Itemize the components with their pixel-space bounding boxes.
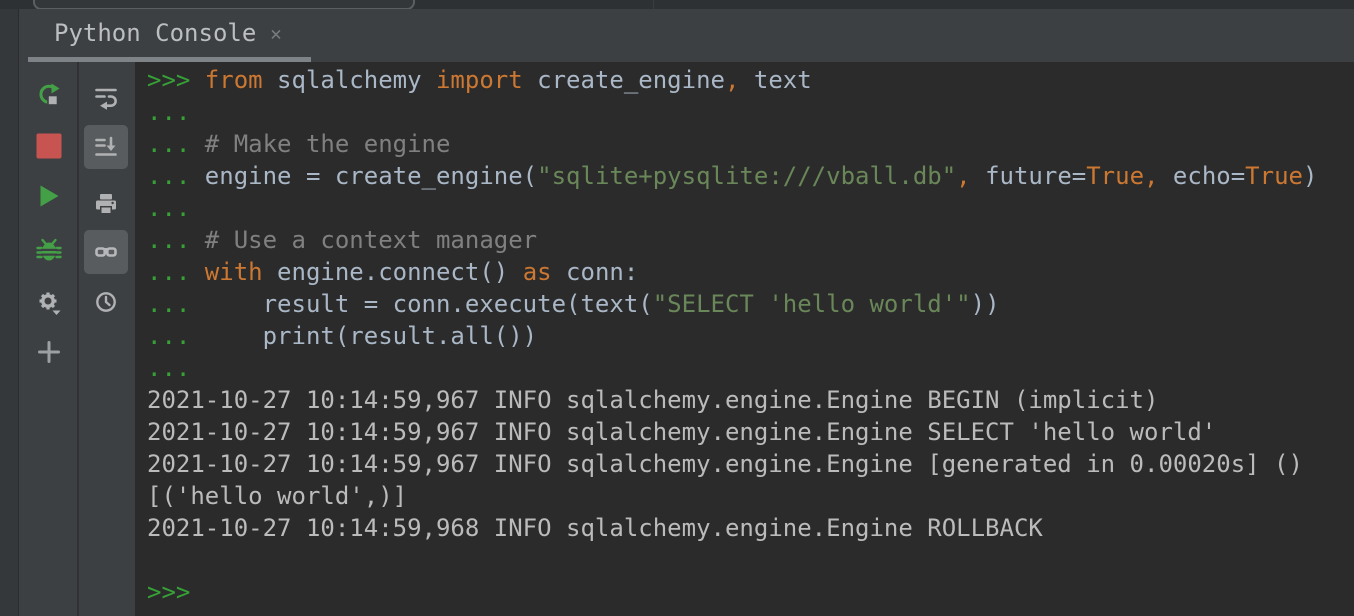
- console-line: ... engine = create_engine("sqlite+pysql…: [147, 160, 1354, 192]
- console-segment: # Make the engine: [205, 130, 451, 158]
- soft-wrap-icon: [92, 83, 120, 111]
- settings-button[interactable]: [27, 280, 71, 324]
- top-panel-strip: [0, 0, 1354, 9]
- toolbar-field-edge: [33, 0, 415, 9]
- top-panel-divider: [653, 0, 654, 9]
- console-segment: print(result.all()): [205, 322, 537, 350]
- console-segment: 2021-10-27 10:14:59,967 INFO sqlalchemy.…: [147, 418, 1216, 446]
- console-segment: ...: [147, 354, 190, 382]
- toolbar-column-divider: [77, 62, 79, 616]
- console-segment: "sqlite+pysqlite:///vball.db": [537, 162, 956, 190]
- console-segment: import: [436, 66, 523, 94]
- tool-window-left-edge: [0, 9, 18, 616]
- console-segment: True: [1245, 162, 1303, 190]
- console-segment: ...: [147, 322, 205, 350]
- console-line: >>>: [147, 576, 1354, 608]
- console-segment: future=: [971, 162, 1087, 190]
- console-line: ... # Make the engine: [147, 128, 1354, 160]
- stop-button[interactable]: [27, 124, 71, 168]
- soft-wrap-button[interactable]: [84, 75, 128, 119]
- close-icon[interactable]: ✕: [270, 23, 281, 45]
- console-segment: echo=: [1158, 162, 1245, 190]
- console-segment: # Use a context manager: [205, 226, 537, 254]
- attach-debugger-button[interactable]: [27, 228, 71, 272]
- print-button[interactable]: [84, 182, 128, 226]
- console-segment: [('hello world',)]: [147, 482, 407, 510]
- scroll-to-end-icon: [92, 133, 120, 161]
- run-icon: [35, 182, 63, 210]
- execute-button[interactable]: [27, 174, 71, 218]
- console-segment: 2021-10-27 10:14:59,968 INFO sqlalchemy.…: [147, 514, 1043, 542]
- console-line: 2021-10-27 10:14:59,968 INFO sqlalchemy.…: [147, 512, 1354, 544]
- rerun-console-button[interactable]: [27, 73, 71, 117]
- console-line: ...: [147, 192, 1354, 224]
- console-segment: ...: [147, 162, 205, 190]
- console-segment: ,: [956, 162, 970, 190]
- console-segment: ...: [147, 194, 190, 222]
- history-clock-icon: [92, 288, 120, 316]
- show-variables-icon: [92, 238, 120, 266]
- console-segment: "SELECT 'hello world'": [653, 290, 971, 318]
- console-segment: ,: [1144, 162, 1158, 190]
- python-console-output[interactable]: >>> from sqlalchemy import create_engine…: [135, 62, 1354, 616]
- console-segment: result = conn.execute(text(: [205, 290, 653, 318]
- console-line: ... with engine.connect() as conn:: [147, 256, 1354, 288]
- console-segment: text: [739, 66, 811, 94]
- console-segment: sqlalchemy: [263, 66, 436, 94]
- console-segment: ...: [147, 258, 205, 286]
- console-line: ...: [147, 352, 1354, 384]
- rerun-icon: [35, 81, 63, 109]
- console-segment: engine = create_engine(: [205, 162, 537, 190]
- console-segment: ): [1303, 162, 1317, 190]
- console-segment: >>>: [147, 578, 205, 606]
- scroll-to-end-button[interactable]: [84, 125, 128, 169]
- console-segment: 2021-10-27 10:14:59,967 INFO sqlalchemy.…: [147, 450, 1303, 478]
- console-segment: from: [205, 66, 263, 94]
- console-segment: True: [1086, 162, 1144, 190]
- console-segment: 2021-10-27 10:14:59,967 INFO sqlalchemy.…: [147, 386, 1158, 414]
- settings-gear-icon: [35, 288, 63, 316]
- console-segment: ...: [147, 98, 190, 126]
- history-button[interactable]: [84, 280, 128, 324]
- console-segment: as: [523, 258, 552, 286]
- console-segment: engine.connect(): [263, 258, 523, 286]
- console-segment: ,: [725, 66, 739, 94]
- print-icon: [92, 190, 120, 218]
- new-console-button[interactable]: [27, 330, 71, 374]
- add-icon: [35, 338, 63, 366]
- console-line: 2021-10-27 10:14:59,967 INFO sqlalchemy.…: [147, 384, 1354, 416]
- console-segment: ...: [147, 130, 205, 158]
- console-segment: ...: [147, 226, 205, 254]
- console-line: ... print(result.all()): [147, 320, 1354, 352]
- console-line: ... result = conn.execute(text("SELECT '…: [147, 288, 1354, 320]
- show-variables-button[interactable]: [84, 230, 128, 274]
- tab-label: Python Console: [54, 19, 256, 47]
- console-segment: create_engine: [523, 66, 725, 94]
- console-line: [('hello world',)]: [147, 480, 1354, 512]
- console-line: ... # Use a context manager: [147, 224, 1354, 256]
- console-line: 2021-10-27 10:14:59,967 INFO sqlalchemy.…: [147, 448, 1354, 480]
- console-segment: )): [971, 290, 1000, 318]
- debug-bug-icon: [35, 236, 63, 264]
- console-line: ...: [147, 96, 1354, 128]
- console-line: [147, 544, 1354, 576]
- console-segment: with: [205, 258, 263, 286]
- console-segment: conn:: [552, 258, 639, 286]
- stop-icon: [35, 132, 63, 160]
- console-segment: >>>: [147, 66, 205, 94]
- tab-python-console[interactable]: Python Console ✕: [28, 9, 311, 57]
- console-line: 2021-10-27 10:14:59,967 INFO sqlalchemy.…: [147, 416, 1354, 448]
- console-line: >>> from sqlalchemy import create_engine…: [147, 64, 1354, 96]
- console-segment: ...: [147, 290, 205, 318]
